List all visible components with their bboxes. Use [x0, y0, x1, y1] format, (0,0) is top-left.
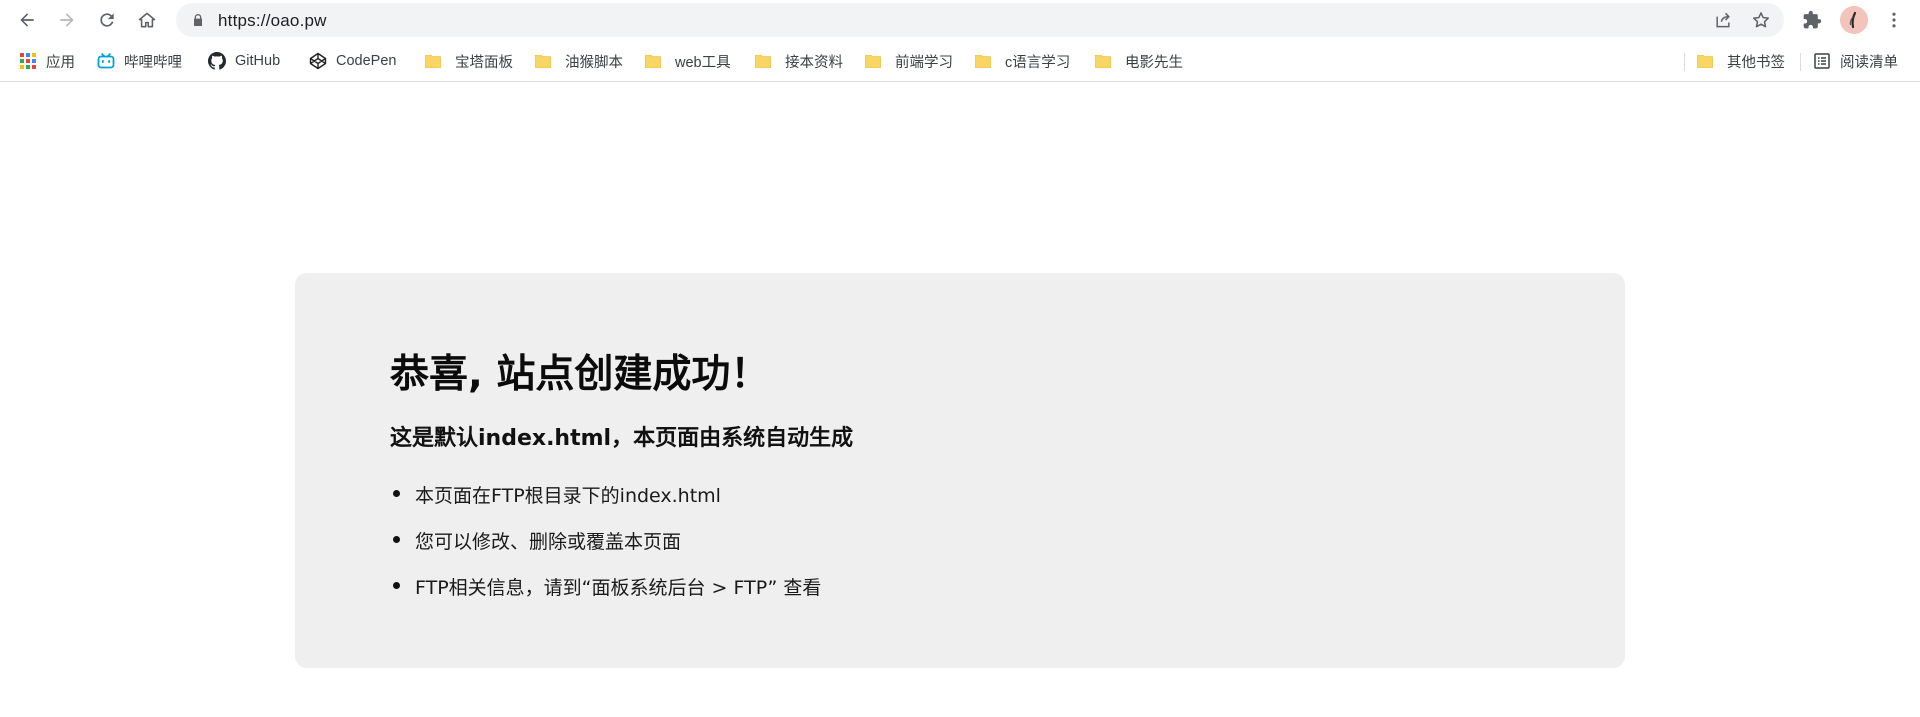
home-button[interactable]	[131, 4, 163, 36]
share-icon[interactable]	[1713, 10, 1733, 30]
bookmark-label: c语言学习	[1005, 54, 1071, 71]
menu-button[interactable]	[1878, 4, 1910, 36]
github-icon	[208, 52, 226, 70]
bookmark-label: 阅读清单	[1840, 54, 1898, 71]
bookmark-label: CodePen	[336, 53, 397, 69]
star-icon[interactable]	[1751, 10, 1771, 30]
codepen-icon	[309, 52, 327, 70]
home-icon	[138, 12, 156, 28]
reload-icon	[100, 13, 114, 27]
bookmark-folder-5[interactable]: 前端学习	[865, 49, 953, 73]
extensions-button[interactable]	[1796, 4, 1828, 36]
folder-icon	[975, 54, 991, 68]
apps-grid-icon	[20, 53, 36, 69]
reading-list-button[interactable]: 阅读清单	[1813, 49, 1898, 73]
bookmark-bilibili[interactable]: 哔哩哔哩	[97, 49, 182, 73]
bookmark-label: web工具	[675, 54, 731, 71]
bookmark-folder-3[interactable]: web工具	[645, 49, 731, 73]
url-text[interactable]: https://oao.pw	[218, 11, 327, 31]
bookmarks-divider	[1800, 53, 1801, 71]
address-bar[interactable]: https://oao.pw	[176, 3, 1784, 37]
folder-icon	[1095, 54, 1111, 68]
extensions-puzzle-icon	[1803, 10, 1822, 29]
forward-arrow-icon	[60, 13, 74, 27]
lock-icon[interactable]	[190, 12, 206, 28]
avatar[interactable]	[1840, 6, 1868, 34]
folder-icon	[865, 54, 881, 68]
bookmark-apps[interactable]: 应用	[19, 49, 75, 73]
info-list: 本页面在FTP根目录下的index.html 您可以修改、删除或覆盖本页面 FT…	[390, 481, 821, 619]
list-item-text: FTP相关信息，请到“面板系统后台 > FTP” 查看	[415, 577, 822, 599]
back-arrow-icon	[20, 13, 34, 27]
list-item: 本页面在FTP根目录下的index.html	[390, 481, 821, 527]
bookmark-label: 电影先生	[1125, 54, 1183, 71]
bookmarks-divider	[1684, 53, 1685, 71]
list-item-text: 您可以修改、删除或覆盖本页面	[415, 531, 682, 553]
more-vert-icon	[1892, 12, 1896, 28]
welcome-card: 恭喜, 站点创建成功！ 这是默认index.html，本页面由系统自动生成 本页…	[295, 273, 1625, 668]
bookmark-folder-4[interactable]: 接本资料	[755, 49, 843, 73]
bookmark-label: 接本资料	[785, 54, 843, 71]
bookmark-label: 油猴脚本	[565, 54, 623, 71]
bookmark-folder-1[interactable]: 宝塔面板	[425, 49, 513, 73]
bookmark-label: GitHub	[235, 53, 281, 69]
bookmark-folder-7[interactable]: 电影先生	[1095, 49, 1183, 73]
reload-button[interactable]	[91, 4, 123, 36]
bookmark-label: 应用	[46, 54, 75, 71]
bullet	[393, 582, 400, 589]
forward-button[interactable]	[51, 4, 83, 36]
bookmark-codepen[interactable]: CodePen	[309, 49, 396, 73]
bookmark-label: 宝塔面板	[455, 54, 513, 71]
bullet	[393, 536, 400, 543]
bookmarks-bar: 应用 哔哩哔哩 GitHub CodePen 宝塔面板 油猴脚本 web工具 接…	[0, 40, 1920, 82]
folder-icon	[535, 54, 551, 68]
page-title: 恭喜, 站点创建成功！	[390, 352, 770, 397]
bookmark-label: 其他书签	[1727, 54, 1785, 71]
bookmark-other-folder[interactable]: 其他书签	[1697, 49, 1785, 73]
back-button[interactable]	[11, 4, 43, 36]
list-item: 您可以修改、删除或覆盖本页面	[390, 527, 821, 573]
list-item-text: 本页面在FTP根目录下的index.html	[415, 485, 721, 507]
bookmark-label: 前端学习	[895, 54, 953, 71]
folder-icon	[755, 54, 771, 68]
bookmark-folder-6[interactable]: c语言学习	[975, 49, 1070, 73]
bilibili-icon	[97, 53, 115, 69]
bookmark-label: 哔哩哔哩	[124, 54, 182, 71]
bookmark-folder-2[interactable]: 油猴脚本	[535, 49, 623, 73]
page-subtitle: 这是默认index.html，本页面由系统自动生成	[390, 426, 854, 451]
browser-toolbar: https://oao.pw	[0, 0, 1920, 40]
profile-picture-icon	[1840, 6, 1868, 34]
reading-list-icon	[1814, 53, 1830, 69]
folder-icon	[425, 54, 441, 68]
folder-icon	[1697, 54, 1713, 68]
bookmark-github[interactable]: GitHub	[208, 49, 280, 73]
bullet	[393, 490, 400, 497]
folder-icon	[645, 54, 661, 68]
list-item: FTP相关信息，请到“面板系统后台 > FTP” 查看	[390, 573, 821, 619]
